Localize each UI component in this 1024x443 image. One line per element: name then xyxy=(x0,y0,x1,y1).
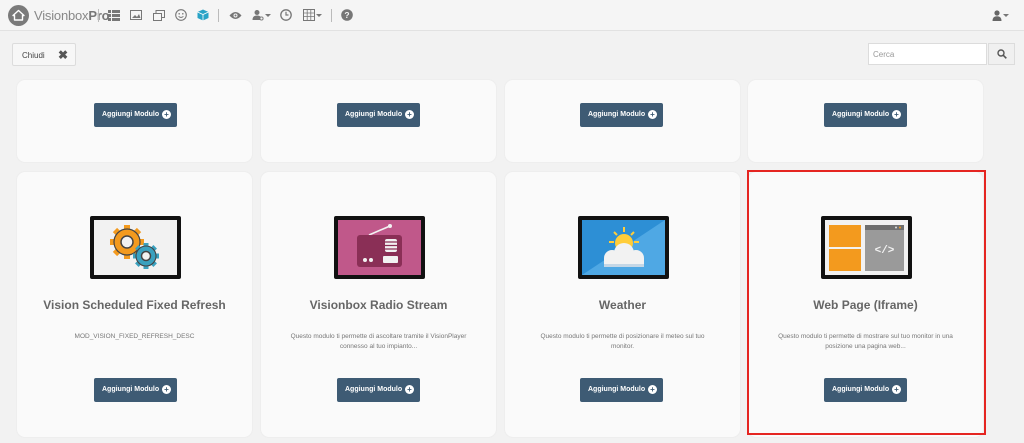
module-title: Visionbox Radio Stream xyxy=(309,298,448,312)
gears-icon xyxy=(90,216,181,279)
chevron-down-icon[interactable] xyxy=(1003,14,1009,17)
search-button[interactable] xyxy=(988,43,1015,65)
plus-circle-icon: + xyxy=(162,110,171,119)
module-card-vision-scheduled-fixed-refresh: Vision Scheduled Fixed Refresh MOD_VISIO… xyxy=(17,172,252,437)
add-module-button[interactable]: Aggiungi Modulo + xyxy=(337,103,420,127)
svg-text:?: ? xyxy=(344,10,349,20)
add-module-button[interactable]: Aggiungi Modulo + xyxy=(580,378,663,402)
close-button[interactable]: Chiudi ✖ xyxy=(12,43,76,66)
module-description: Questo modulo ti permette di mostrare su… xyxy=(778,333,953,350)
webpage-code-icon: </> xyxy=(821,216,912,279)
plus-circle-icon: + xyxy=(648,385,657,394)
grid-icon[interactable] xyxy=(302,8,316,22)
module-title: Weather xyxy=(598,298,647,312)
eye-icon[interactable] xyxy=(228,8,242,22)
module-card: Aggiungi Modulo + xyxy=(505,80,740,162)
top-navbar: VisionboxPro ? xyxy=(0,0,1024,31)
user-settings-icon[interactable] xyxy=(251,8,265,22)
weather-icon xyxy=(578,216,669,279)
cube-icon[interactable] xyxy=(196,8,210,22)
list-icon[interactable] xyxy=(107,8,121,22)
module-description: Questo modulo ti permette di posizionare… xyxy=(540,333,705,350)
search-input[interactable] xyxy=(868,43,987,65)
plus-circle-icon: + xyxy=(892,385,901,394)
module-card: Aggiungi Modulo + xyxy=(17,80,252,162)
plus-circle-icon: + xyxy=(162,385,171,394)
plus-circle-icon: + xyxy=(405,385,414,394)
svg-text:</>: </> xyxy=(875,245,895,257)
add-module-button[interactable]: Aggiungi Modulo + xyxy=(337,378,420,402)
module-card: Aggiungi Modulo + xyxy=(261,80,496,162)
add-module-button[interactable]: Aggiungi Modulo + xyxy=(94,378,177,402)
divider xyxy=(331,9,332,22)
smile-icon[interactable] xyxy=(174,8,188,22)
add-module-button[interactable]: Aggiungi Modulo + xyxy=(824,103,907,127)
divider xyxy=(98,9,99,22)
add-module-button[interactable]: Aggiungi Modulo + xyxy=(824,378,907,402)
image-icon[interactable] xyxy=(129,8,143,22)
clock-icon[interactable] xyxy=(279,8,293,22)
module-description: MOD_VISION_FIXED_REFRESH_DESC xyxy=(74,333,195,340)
search-icon xyxy=(996,49,1007,59)
add-module-button[interactable]: Aggiungi Modulo + xyxy=(580,103,663,127)
module-title: Web Page (Iframe) xyxy=(813,298,918,312)
close-icon: ✖ xyxy=(58,48,69,62)
chevron-down-icon[interactable] xyxy=(265,14,271,17)
module-card: Aggiungi Modulo + xyxy=(748,80,983,162)
module-description: Questo modulo ti permette di ascoltare t… xyxy=(290,333,467,350)
module-title: Vision Scheduled Fixed Refresh xyxy=(43,298,226,312)
help-icon[interactable]: ? xyxy=(340,8,354,22)
chevron-down-icon[interactable] xyxy=(316,14,322,17)
module-card-visionbox-radio-stream: Visionbox Radio Stream Questo modulo ti … xyxy=(261,172,496,437)
plus-circle-icon: + xyxy=(405,110,414,119)
home-logo-icon[interactable] xyxy=(8,5,29,26)
plus-circle-icon: + xyxy=(648,110,657,119)
plus-circle-icon: + xyxy=(892,110,901,119)
add-module-button[interactable]: Aggiungi Modulo + xyxy=(94,103,177,127)
user-icon[interactable] xyxy=(990,8,1004,22)
divider xyxy=(218,9,219,22)
module-card-weather: Weather Questo modulo ti permette di pos… xyxy=(505,172,740,437)
radio-icon xyxy=(334,216,425,279)
copy-icon[interactable] xyxy=(152,8,166,22)
module-card-web-page-iframe: </> Web Page (Iframe) Questo modulo ti p… xyxy=(748,172,983,437)
